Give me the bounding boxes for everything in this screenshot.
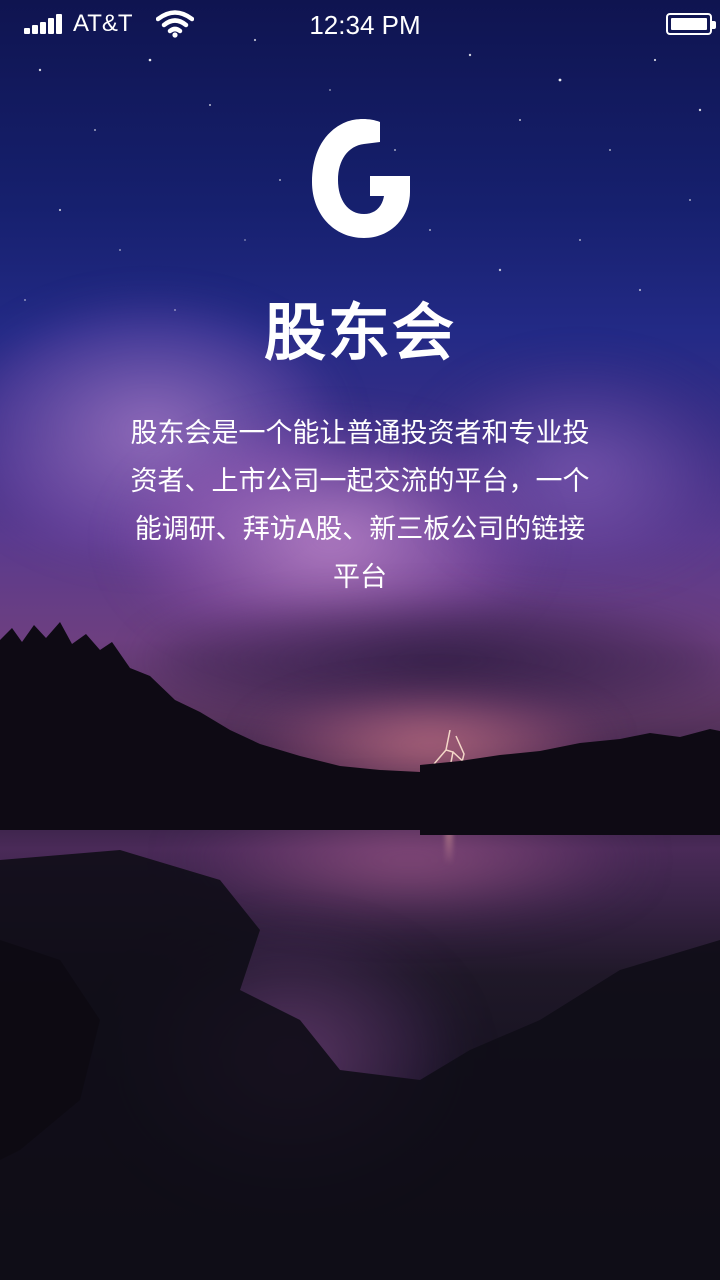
dark-shore-reflection	[0, 850, 720, 1280]
status-bar: AT&T 12:34 PM	[0, 0, 720, 50]
app-title: 股东会	[263, 296, 456, 369]
status-clock: 12:34 PM	[309, 10, 421, 40]
battery-icon	[666, 13, 716, 35]
app-description: 股东会是一个能让普通投资者和专业投资者、上市公司一起交流的平台，一个能调研、拜访…	[130, 418, 590, 593]
treeline-right	[420, 729, 720, 835]
battery-level	[671, 18, 707, 30]
treeline-left	[0, 622, 420, 830]
g-letter-logo-icon	[312, 119, 410, 238]
